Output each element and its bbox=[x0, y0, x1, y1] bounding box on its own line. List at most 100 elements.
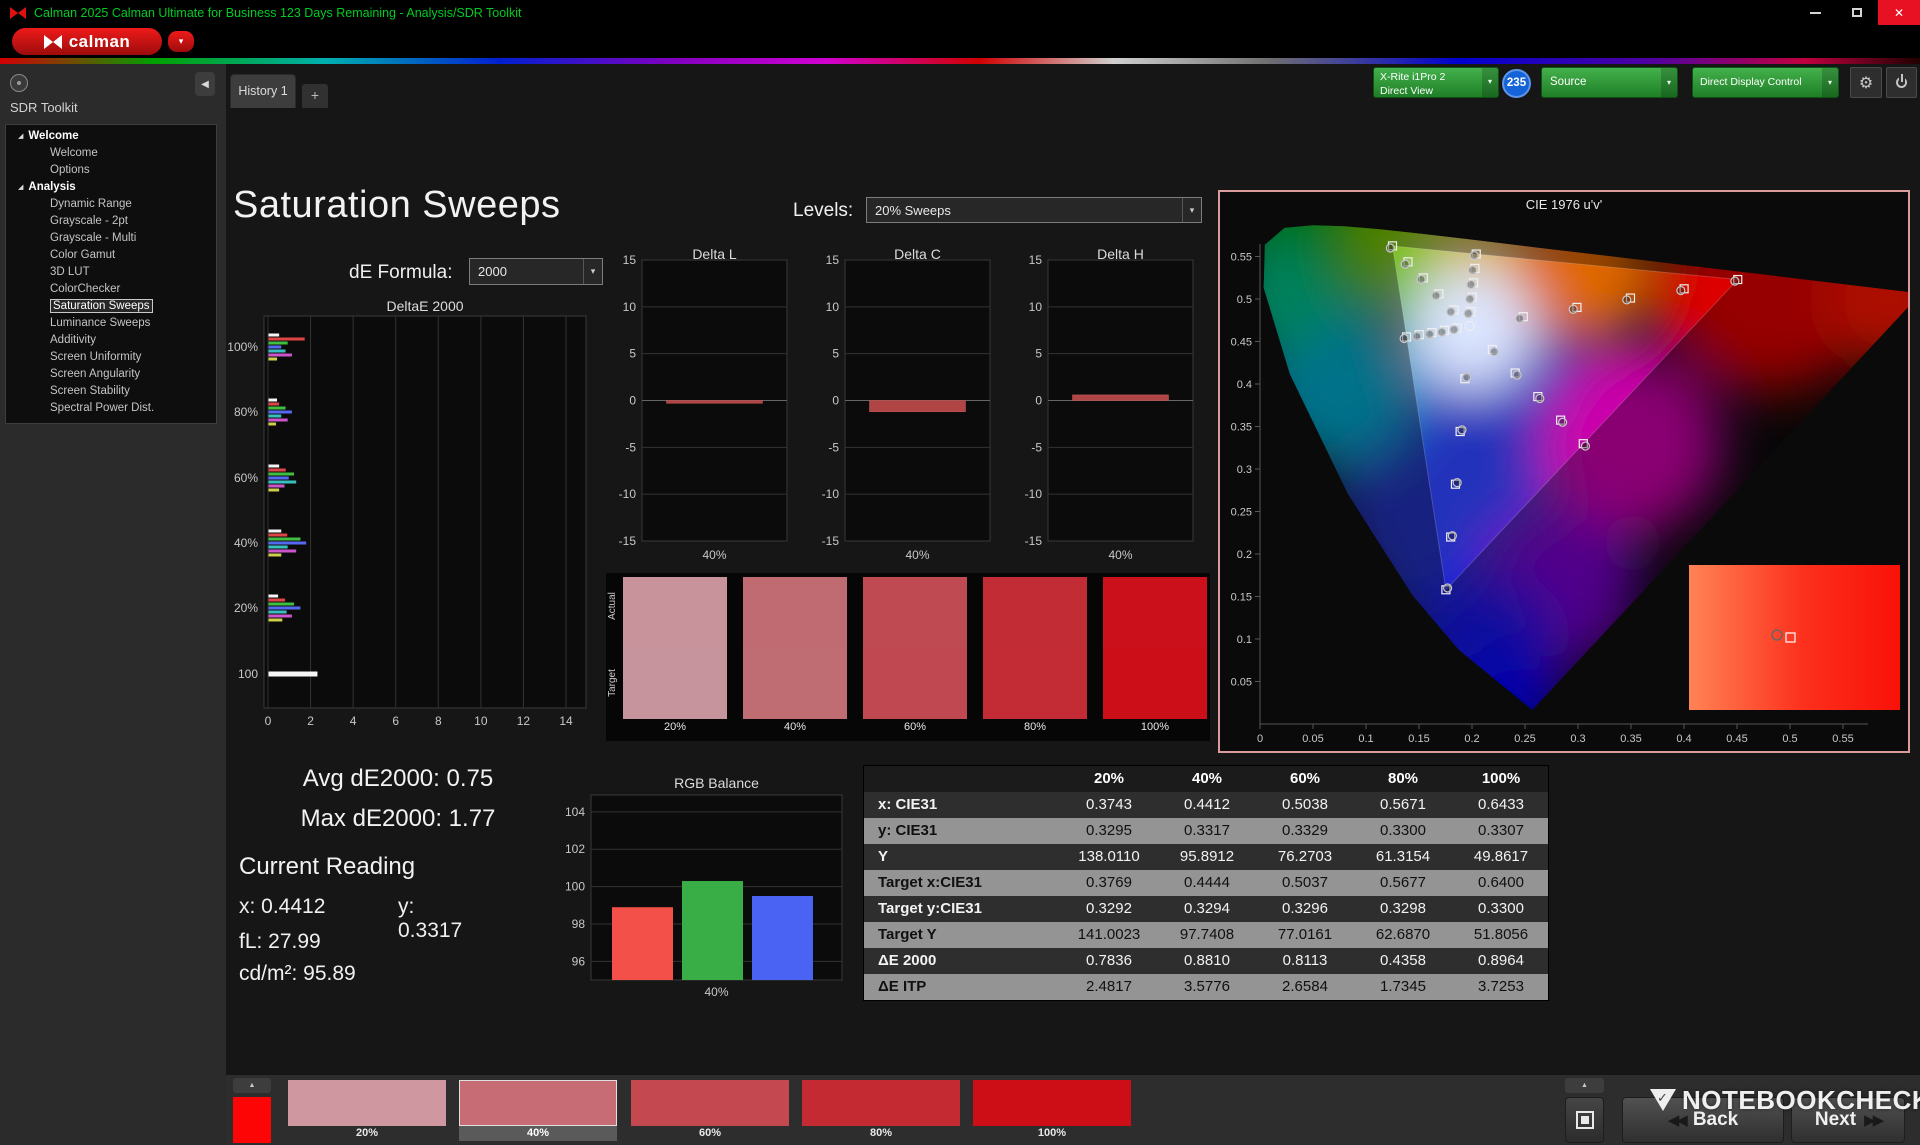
table-value: 0.5671 bbox=[1354, 792, 1452, 818]
sidebar-item-grayscale-multi[interactable]: Grayscale - Multi bbox=[6, 230, 216, 247]
patch-popup-button[interactable]: ▲ bbox=[233, 1078, 271, 1093]
swatch-label: 40% bbox=[459, 1126, 617, 1141]
sidebar-item-grayscale-2pt[interactable]: Grayscale - 2pt bbox=[6, 213, 216, 230]
de-formula-value: 2000 bbox=[478, 264, 507, 279]
tree-label: Grayscale - Multi bbox=[50, 232, 136, 244]
current-patch[interactable] bbox=[233, 1097, 271, 1143]
table-value: 0.3329 bbox=[1256, 818, 1354, 844]
back-label: Back bbox=[1693, 1109, 1738, 1131]
expander-icon[interactable]: ◢ bbox=[18, 184, 23, 191]
back-button[interactable]: ◀◀ Back bbox=[1622, 1097, 1784, 1143]
minimize-button[interactable] bbox=[1794, 0, 1836, 25]
close-button[interactable]: ✕ bbox=[1878, 0, 1920, 25]
delta-c-chart: Delta C 151050-5-10-1540% bbox=[803, 246, 1003, 562]
source-select[interactable]: Source ▾ bbox=[1541, 67, 1678, 98]
svg-text:100: 100 bbox=[238, 667, 258, 681]
add-tab-button[interactable]: + bbox=[302, 84, 328, 108]
svg-text:-5: -5 bbox=[625, 440, 636, 454]
table-value: 0.4358 bbox=[1354, 948, 1452, 974]
expander-icon[interactable]: ◢ bbox=[18, 133, 23, 140]
calman-logo[interactable]: calman bbox=[12, 28, 162, 55]
reading-cdm2: cd/m²: 95.89 bbox=[239, 962, 415, 986]
maximize-button[interactable] bbox=[1836, 0, 1878, 25]
sidebar-item-saturation-sweeps[interactable]: Saturation Sweeps bbox=[6, 298, 216, 315]
swatch-level-label: 60% bbox=[863, 721, 967, 733]
up-arrow-icon: ▲ bbox=[249, 1082, 256, 1089]
svg-text:0.55: 0.55 bbox=[1832, 733, 1853, 745]
svg-text:5: 5 bbox=[629, 347, 636, 361]
next-button[interactable]: Next ▶▶ bbox=[1791, 1097, 1905, 1143]
tree-section-analysis[interactable]: ◢Analysis bbox=[6, 179, 216, 196]
sidebar-item-screen-uniformity[interactable]: Screen Uniformity bbox=[6, 349, 216, 366]
chevron-down-icon: ▾ bbox=[1822, 68, 1838, 97]
sidebar-item-screen-stability[interactable]: Screen Stability bbox=[6, 383, 216, 400]
swatch-label: 20% bbox=[288, 1126, 446, 1141]
svg-text:0.4: 0.4 bbox=[1237, 379, 1252, 391]
table-col-header: 60% bbox=[1256, 766, 1354, 792]
sidebar-item-luminance-sweeps[interactable]: Luminance Sweeps bbox=[6, 315, 216, 332]
sidebar-item-spectral-power-dist[interactable]: Spectral Power Dist. bbox=[6, 400, 216, 417]
display-control-select[interactable]: Direct Display Control ▾ bbox=[1692, 67, 1839, 98]
sidebar-item-3d-lut[interactable]: 3D LUT bbox=[6, 264, 216, 281]
sidebar-item-dynamic-range[interactable]: Dynamic Range bbox=[6, 196, 216, 213]
svg-text:10: 10 bbox=[623, 300, 637, 314]
svg-text:10: 10 bbox=[1029, 300, 1043, 314]
levels-select[interactable]: 20% Sweeps ▾ bbox=[866, 197, 1202, 223]
de-formula-select[interactable]: 2000 ▾ bbox=[469, 258, 603, 285]
sidebar-item-colorchecker[interactable]: ColorChecker bbox=[6, 281, 216, 298]
sidebar-item-screen-angularity[interactable]: Screen Angularity bbox=[6, 366, 216, 383]
settings-button[interactable]: ⚙ bbox=[1850, 67, 1882, 98]
pattern-window-button[interactable] bbox=[1565, 1097, 1604, 1143]
sidebar-item-options[interactable]: Options bbox=[6, 162, 216, 179]
cie-diagram-title: CIE 1976 u'v' bbox=[1220, 197, 1908, 212]
svg-text:-15: -15 bbox=[1025, 534, 1043, 548]
calman-logo-text: calman bbox=[69, 32, 131, 52]
level-swatch-100%[interactable]: 100% bbox=[973, 1075, 1131, 1145]
table-row-x-cie31: x: CIE310.37430.44120.50380.56710.6433 bbox=[864, 792, 1548, 818]
sidebar-item-welcome[interactable]: Welcome bbox=[6, 145, 216, 162]
current-reading-block: Current Reading x: 0.4412 y: 0.3317 fL: … bbox=[239, 853, 415, 986]
actual-color bbox=[1103, 577, 1207, 648]
sidebar-tree: ◢WelcomeWelcome Options ◢Analysis Dynamic R… bbox=[5, 124, 217, 424]
level-swatch-20%[interactable]: 20% bbox=[288, 1075, 446, 1145]
row-label: ΔE 2000 bbox=[864, 948, 1060, 974]
svg-text:40%: 40% bbox=[234, 536, 258, 550]
logo-bar: calman ▾ bbox=[0, 25, 1920, 58]
level-swatch-60%[interactable]: 60% bbox=[631, 1075, 789, 1145]
svg-text:10: 10 bbox=[826, 300, 840, 314]
power-button[interactable] bbox=[1886, 67, 1917, 98]
tree-label: Screen Uniformity bbox=[50, 351, 141, 363]
tab-history-1[interactable]: History 1 bbox=[230, 74, 296, 108]
delta-l-chart: Delta L 151050-5-10-1540% bbox=[600, 246, 800, 562]
tree-label: Additivity bbox=[50, 334, 96, 346]
table-row-y-cie31: y: CIE310.32950.33170.33290.33000.3307 bbox=[864, 818, 1548, 844]
svg-text:104: 104 bbox=[565, 805, 585, 819]
tree-label: Options bbox=[50, 164, 90, 176]
target-color bbox=[983, 648, 1087, 719]
workflow-home-button[interactable] bbox=[10, 74, 28, 92]
svg-text:0.45: 0.45 bbox=[1231, 337, 1252, 349]
level-swatch-80%[interactable]: 80% bbox=[802, 1075, 960, 1145]
chevron-down-icon: ▾ bbox=[179, 36, 184, 47]
level-swatch-40%[interactable]: 40% bbox=[459, 1075, 617, 1145]
sidebar-item-color-gamut[interactable]: Color Gamut bbox=[6, 247, 216, 264]
table-value: 1.7345 bbox=[1354, 974, 1452, 1000]
main-menu-button[interactable]: ▾ bbox=[168, 31, 194, 52]
table-value: 0.5037 bbox=[1256, 870, 1354, 896]
table-corner-cell bbox=[864, 766, 1060, 792]
table-value: 0.7836 bbox=[1060, 948, 1158, 974]
tree-label: Dynamic Range bbox=[50, 198, 132, 210]
svg-text:0.45: 0.45 bbox=[1726, 733, 1747, 745]
table-row-target-y-cie31: Target y:CIE310.32920.32940.32960.32980.… bbox=[864, 896, 1548, 922]
next-label: Next bbox=[1815, 1109, 1856, 1131]
tree-label: Grayscale - 2pt bbox=[50, 215, 128, 227]
sidebar-collapse-button[interactable]: ◀ bbox=[195, 72, 215, 96]
sidebar-item-additivity[interactable]: Additivity bbox=[6, 332, 216, 349]
swatch-color bbox=[973, 1080, 1131, 1126]
reading-y: y: 0.3317 bbox=[398, 895, 462, 943]
target-color bbox=[743, 648, 847, 719]
meter-select[interactable]: X-Rite i1Pro 2 Direct View ▾ bbox=[1373, 67, 1499, 98]
pattern-popup-button[interactable]: ▲ bbox=[1565, 1078, 1604, 1093]
close-icon: ✕ bbox=[1894, 6, 1904, 20]
tree-section-welcome[interactable]: ◢Welcome bbox=[6, 128, 216, 145]
